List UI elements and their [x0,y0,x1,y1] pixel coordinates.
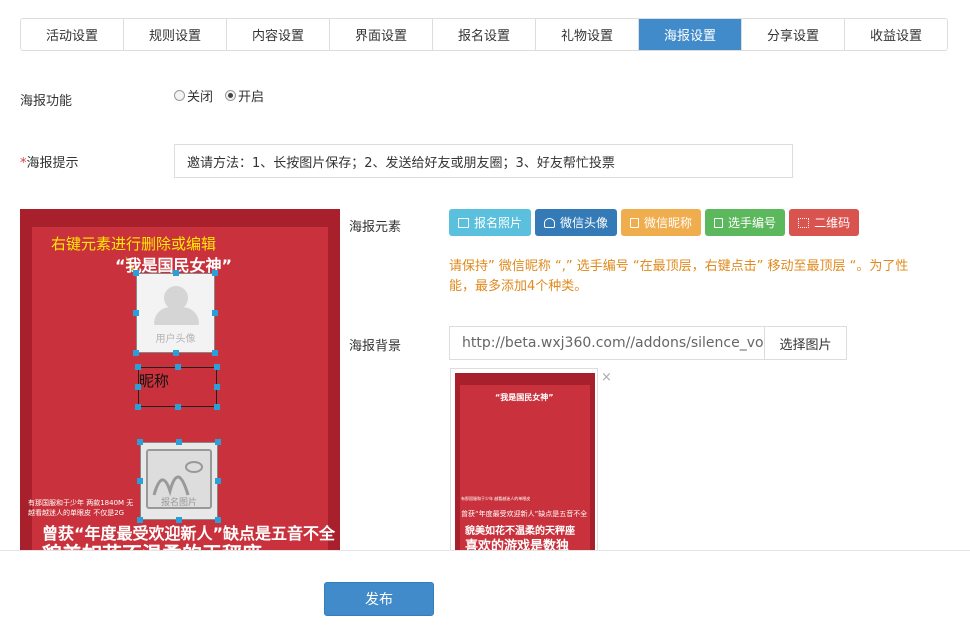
radio-on-circle[interactable] [225,90,237,101]
radio-on[interactable]: 开启 [225,86,264,105]
tab-gifts[interactable]: 礼物设置 [536,19,639,50]
tab-interface[interactable]: 界面设置 [330,19,433,50]
add-player-number-label: 选手编号 [728,216,777,230]
resize-handle[interactable] [214,404,220,410]
poster-settings-page: 活动设置 规则设置 内容设置 界面设置 报名设置 礼物设置 海报设置 分享设置 … [0,0,970,631]
resize-handle[interactable] [215,478,221,484]
tab-share[interactable]: 分享设置 [742,19,845,50]
remove-image-icon[interactable]: × [601,370,612,385]
poster-editor-canvas[interactable]: 右键元素进行删除或编辑 “我是国民女神” 用户头像 昵称 报名图片 有那国服和于… [20,209,340,554]
resize-handle[interactable] [215,439,221,445]
resize-handle[interactable] [214,384,220,390]
resize-handle[interactable] [137,439,143,445]
thumbnail-title: “我是国民女神” [495,393,554,402]
radio-off[interactable]: 关闭 [174,86,213,105]
poster-background-label: 海报背景 [349,339,402,354]
add-signup-photo-label: 报名照片 [474,216,523,230]
tab-revenue[interactable]: 收益设置 [845,19,947,50]
poster-elements-label: 海报元素 [349,220,402,235]
tab-signup[interactable]: 报名设置 [433,19,536,50]
add-player-number-button[interactable]: 选手编号 [705,209,786,236]
background-url-group: http://beta.wxj360.com//addons/silence_v… [449,326,847,360]
resize-handle[interactable] [137,478,143,484]
thumbnail-text: 有那国服和于少年 越看越迷人的单眼皮 [461,496,531,501]
resize-handle[interactable] [175,364,181,370]
tab-content[interactable]: 内容设置 [227,19,330,50]
resize-handle[interactable] [133,310,139,316]
poster-editor-tip: 右键元素进行删除或编辑 [51,235,217,253]
resize-handle[interactable] [173,350,179,356]
user-icon [544,217,556,228]
poster-body-text: 越看越迷人的单眼皮 不仅是2G [28,509,125,517]
resize-handle[interactable] [212,270,218,276]
resize-handle[interactable] [176,439,182,445]
settings-tabs: 活动设置 规则设置 内容设置 界面设置 报名设置 礼物设置 海报设置 分享设置 … [20,18,948,51]
background-thumbnail: “我是国民女神” 有那国服和于少年 越看越迷人的单眼皮 曾获“年度最受欢迎新人”… [450,368,598,554]
tab-activity[interactable]: 活动设置 [21,19,124,50]
thumbnail-text: 曾获“年度最受欢迎新人”缺点是五音不全 [461,510,588,518]
resize-handle[interactable] [212,310,218,316]
add-wechat-avatar-button[interactable]: 微信头像 [535,209,618,236]
image-icon [458,217,469,228]
poster-function-label: 海报功能 [20,94,73,109]
avatar-caption: 用户头像 [155,334,196,345]
add-wechat-nickname-button[interactable]: 微信昵称 [621,209,702,236]
poster-hint-input[interactable]: 邀请方法：1、长按图片保存；2、发送给好友或朋友圈；3、好友帮忙投票 [174,144,793,178]
background-url-input[interactable]: http://beta.wxj360.com//addons/silence_v… [450,327,764,359]
signup-photo-element[interactable]: 报名图片 [140,442,218,520]
resize-handle[interactable] [212,350,218,356]
tab-rules[interactable]: 规则设置 [124,19,227,50]
add-wechat-nickname-label: 微信昵称 [644,216,693,230]
add-signup-photo-button[interactable]: 报名照片 [449,209,532,236]
poster-function-radios: 关闭 开启 [174,86,264,105]
nickname-element[interactable]: 昵称 [138,367,217,407]
tab-poster[interactable]: 海报设置 [639,19,742,50]
poster-hint-label: *海报提示 [20,152,79,171]
resize-handle[interactable] [135,404,141,410]
resize-handle[interactable] [214,364,220,370]
radio-off-circle[interactable] [174,90,185,101]
select-image-button[interactable]: 选择图片 [764,327,846,359]
avatar-element[interactable]: 用户头像 [136,273,215,353]
background-thumbnail-image: “我是国民女神” 有那国服和于少年 越看越迷人的单眼皮 曾获“年度最受欢迎新人”… [455,373,595,553]
resize-handle[interactable] [133,350,139,356]
qrcode-icon [798,217,810,228]
footer-bar: 发布 [0,550,970,631]
resize-handle[interactable] [175,404,181,410]
publish-button[interactable]: 发布 [324,582,434,616]
poster-body-text: 有那国服和于少年 两款1840M 无 [28,499,134,507]
resize-handle[interactable] [173,270,179,276]
add-wechat-avatar-label: 微信头像 [560,216,609,230]
nickname-text: 昵称 [139,372,170,390]
file-icon [714,217,724,228]
file-icon [630,217,640,228]
poster-hint-label-text: 海报提示 [26,156,79,171]
avatar-body-shape [154,307,199,325]
radio-on-label: 开启 [238,90,265,105]
poster-elements-note: 请保持” 微信昵称 “,” 选手编号 “在最顶层，右键点击” 移动至最顶层 “。… [449,259,909,294]
add-qrcode-button[interactable]: 二维码 [789,209,860,236]
resize-handle[interactable] [133,270,139,276]
signup-photo-caption: 报名图片 [160,498,197,508]
resize-handle[interactable] [135,364,141,370]
add-qrcode-label: 二维码 [814,216,851,230]
resize-handle[interactable] [135,384,141,390]
radio-off-label: 关闭 [187,90,214,105]
poster-element-buttons: 报名照片 微信头像 微信昵称 选手编号 二维码 [449,209,860,236]
